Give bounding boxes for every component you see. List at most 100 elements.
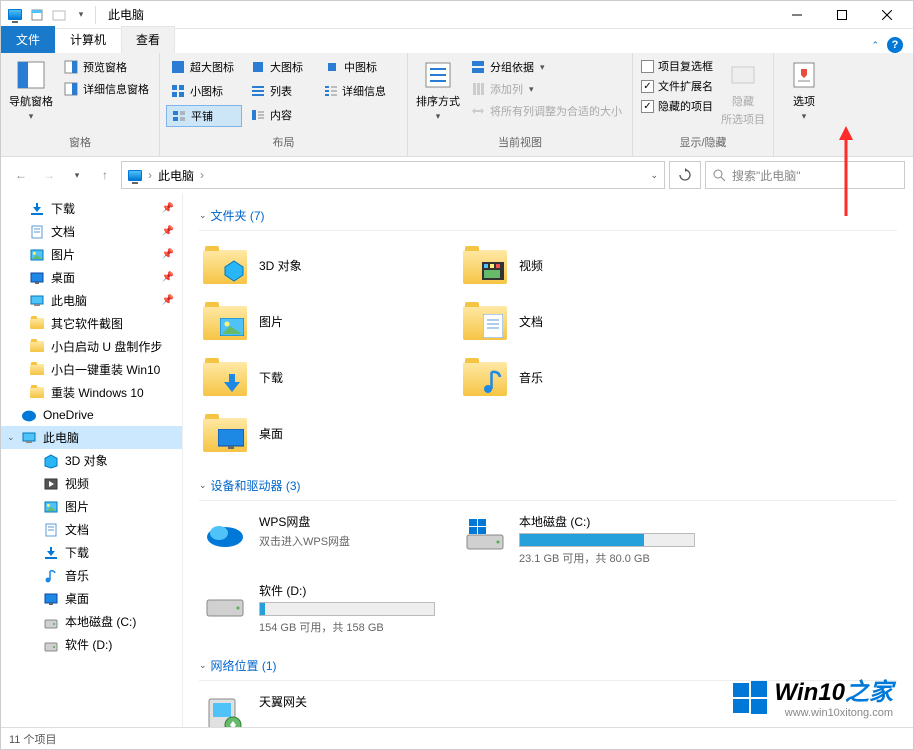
layout-xlarge-button[interactable]: 超大图标 <box>166 57 242 77</box>
layout-details-button[interactable]: 详细信息 <box>320 81 390 101</box>
folder-name: 视频 <box>519 257 543 274</box>
address-dropdown-icon[interactable]: ⌄ <box>650 170 658 181</box>
checkbox-hidden-items[interactable]: ✓隐藏的项目 <box>639 97 715 115</box>
sidebar-item[interactable]: 下载📌 <box>1 197 182 220</box>
status-bar: 11 个项目 <box>1 727 913 749</box>
group-header-network[interactable]: ⌄ 网络位置 (1) <box>199 651 897 681</box>
sidebar-item[interactable]: 文档 <box>1 518 182 541</box>
sidebar-item[interactable]: 音乐 <box>1 564 182 587</box>
sidebar-item[interactable]: 图片 <box>1 495 182 518</box>
qat-dropdown-icon[interactable]: ▾ <box>71 5 91 25</box>
sidebar-item-label: 图片 <box>65 498 89 515</box>
music-folder-icon <box>463 355 507 399</box>
picture-folder-icon <box>203 299 247 343</box>
sidebar-item-label: 桌面 <box>65 590 89 607</box>
group-header-drives[interactable]: ⌄ 设备和驱动器 (3) <box>199 471 897 501</box>
sidebar-item[interactable]: ⌄此电脑 <box>1 426 182 449</box>
tab-computer[interactable]: 计算机 <box>55 26 121 53</box>
nav-pane-button[interactable]: 导航窗格 ▾ <box>7 57 55 124</box>
desktop-icon <box>43 591 59 607</box>
sidebar-item-label: 重装 Windows 10 <box>51 384 144 401</box>
minimize-button[interactable] <box>774 1 819 29</box>
folder-item[interactable]: 视频 <box>459 239 699 291</box>
search-box[interactable]: 搜索"此电脑" <box>705 161 905 189</box>
sidebar-item[interactable]: 小白启动 U 盘制作步 <box>1 335 182 358</box>
preview-pane-button[interactable]: 预览窗格 <box>59 57 153 77</box>
folder-item[interactable]: 下载 <box>199 351 439 403</box>
recent-locations-button[interactable]: ▾ <box>65 163 89 187</box>
layout-small-button[interactable]: 小图标 <box>166 81 242 101</box>
desktop-folder-icon <box>203 411 247 455</box>
network-item[interactable]: 天翼网关 <box>199 689 439 727</box>
video-icon <box>43 476 59 492</box>
sidebar-item[interactable]: 桌面📌 <box>1 266 182 289</box>
content-area[interactable]: ⌄ 文件夹 (7) 3D 对象 视频图片 文档下载音乐桌面 ⌄ 设备和驱动器 (3)… <box>183 193 913 727</box>
sidebar-item[interactable]: 下载 <box>1 541 182 564</box>
maximize-button[interactable] <box>819 1 864 29</box>
checkbox-item-checkboxes[interactable]: 项目复选框 <box>639 57 715 75</box>
up-button[interactable]: ↑ <box>93 163 117 187</box>
address-bar: ← → ▾ ↑ › 此电脑 › ⌄ 搜索"此电脑" <box>1 157 913 193</box>
ribbon: 导航窗格 ▾ 预览窗格 详细信息窗格 窗格 超大图标 大图标 中图标 小图标 <box>1 53 913 157</box>
nav-sidebar[interactable]: 下载📌文档📌图片📌桌面📌此电脑📌其它软件截图小白启动 U 盘制作步小白一键重装 … <box>1 193 183 727</box>
help-icon[interactable]: ? <box>887 37 903 53</box>
layout-large-button[interactable]: 大图标 <box>246 57 316 77</box>
group-showhide-label: 显示/隐藏 <box>639 132 767 152</box>
sidebar-item[interactable]: 重装 Windows 10 <box>1 381 182 404</box>
drive-item[interactable]: 本地磁盘 (C:)23.1 GB 可用，共 80.0 GB <box>459 509 699 570</box>
sidebar-item[interactable]: 小白一键重装 Win10 <box>1 358 182 381</box>
ribbon-group-panes: 导航窗格 ▾ 预览窗格 详细信息窗格 窗格 <box>1 53 160 156</box>
onedrive-icon <box>21 407 37 423</box>
layout-list-button[interactable]: 列表 <box>246 81 316 101</box>
folder-item[interactable]: 音乐 <box>459 351 699 403</box>
sidebar-item[interactable]: 软件 (D:) <box>1 633 182 656</box>
add-columns-button[interactable]: 添加列▾ <box>466 79 626 99</box>
sidebar-item[interactable]: 本地磁盘 (C:) <box>1 610 182 633</box>
checkbox-extensions[interactable]: ✓文件扩展名 <box>639 77 715 95</box>
qat-properties-icon[interactable] <box>27 5 47 25</box>
sidebar-item[interactable]: 此电脑📌 <box>1 289 182 312</box>
ribbon-group-showhide: 项目复选框 ✓文件扩展名 ✓隐藏的项目 隐藏 所选项目 显示/隐藏 <box>633 53 774 156</box>
sidebar-item[interactable]: 图片📌 <box>1 243 182 266</box>
sidebar-item[interactable]: 桌面 <box>1 587 182 610</box>
drive-subtitle: 双击进入WPS网盘 <box>259 533 435 549</box>
sidebar-item[interactable]: 文档📌 <box>1 220 182 243</box>
fit-columns-button[interactable]: 将所有列调整为合适的大小 <box>466 101 626 121</box>
address-box[interactable]: › 此电脑 › ⌄ <box>121 161 665 189</box>
drive-name: 软件 (D:) <box>259 582 435 599</box>
layout-content-button[interactable]: 内容 <box>246 105 316 125</box>
sidebar-item[interactable]: 3D 对象 <box>1 449 182 472</box>
details-pane-button[interactable]: 详细信息窗格 <box>59 79 153 99</box>
tab-file[interactable]: 文件 <box>1 26 55 53</box>
close-button[interactable] <box>864 1 909 29</box>
sidebar-item[interactable]: 视频 <box>1 472 182 495</box>
options-button[interactable]: 选项 ▾ <box>780 57 828 124</box>
breadcrumb[interactable]: 此电脑 <box>158 167 194 184</box>
layout-tiles-button[interactable]: 平铺 <box>166 105 242 127</box>
folder-item[interactable]: 图片 <box>199 295 439 347</box>
forward-button[interactable]: → <box>37 163 61 187</box>
pin-icon: 📌 <box>162 226 174 237</box>
chevron-down-icon: ⌄ <box>199 210 207 221</box>
hide-selected-button[interactable]: 隐藏 所选项目 <box>719 57 767 129</box>
sidebar-item[interactable]: 其它软件截图 <box>1 312 182 335</box>
drive-item[interactable]: 软件 (D:)154 GB 可用，共 158 GB <box>199 578 439 639</box>
collapse-ribbon-icon[interactable]: ⌃ <box>871 40 879 51</box>
folder-item[interactable]: 文档 <box>459 295 699 347</box>
back-button[interactable]: ← <box>9 163 33 187</box>
folder-item[interactable]: 桌面 <box>199 407 439 459</box>
refresh-button[interactable] <box>669 161 701 189</box>
group-by-button[interactable]: 分组依据▾ <box>466 57 626 77</box>
sidebar-item[interactable]: OneDrive <box>1 404 182 426</box>
pin-icon: 📌 <box>162 249 174 260</box>
sort-button[interactable]: 排序方式 ▾ <box>414 57 462 124</box>
qat-new-folder-icon[interactable] <box>49 5 69 25</box>
folder-name: 图片 <box>259 313 283 330</box>
drive-item[interactable]: WPS网盘双击进入WPS网盘 <box>199 509 439 570</box>
layout-medium-button[interactable]: 中图标 <box>320 57 390 77</box>
tab-view[interactable]: 查看 <box>121 26 175 53</box>
folder-item[interactable]: 3D 对象 <box>199 239 439 291</box>
computer-icon <box>29 293 45 309</box>
video-folder-icon <box>463 243 507 287</box>
group-header-folders[interactable]: ⌄ 文件夹 (7) <box>199 201 897 231</box>
